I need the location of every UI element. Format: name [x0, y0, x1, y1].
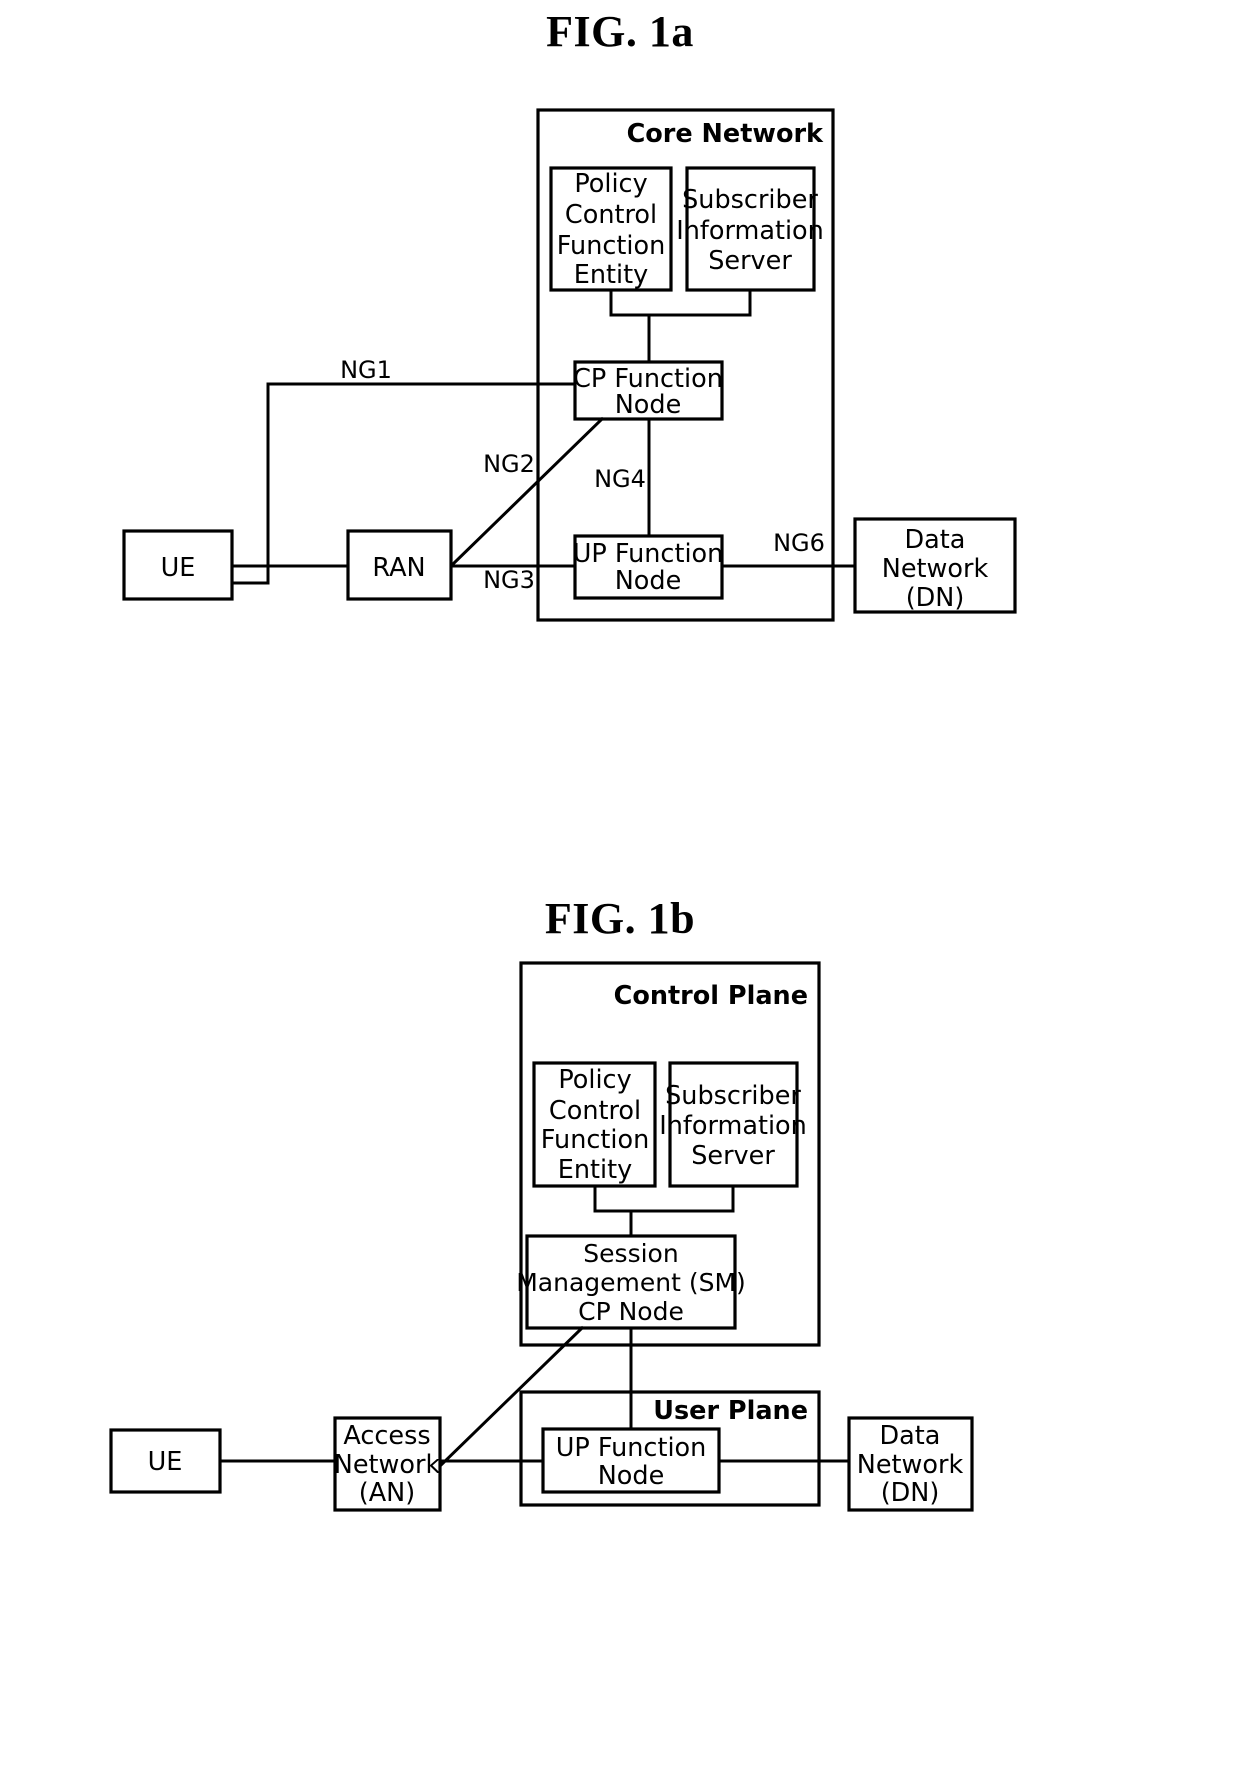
figures-svg: Core Network Policy Control Function Ent…	[109, 108, 1017, 1512]
policy-line-2: Control	[565, 200, 657, 230]
dn-line-3-fig1b: (DN)	[881, 1478, 940, 1508]
policy-line-1-fig1b: Policy	[558, 1065, 631, 1095]
an-line-1: Access	[343, 1421, 430, 1451]
policy-line-3: Function	[557, 231, 665, 261]
an-line-2: Network	[334, 1450, 441, 1480]
edge-policy-subscriber-bus-fig1b	[593, 1184, 735, 1213]
edge-label-ng6: NG6	[773, 529, 825, 557]
edge-label-ng3: NG3	[483, 566, 535, 594]
dn-line-3-fig1a: (DN)	[906, 583, 965, 613]
edge-policy-subscriber-bus	[609, 288, 752, 317]
dn-line-2-fig1a: Network	[882, 554, 989, 584]
subscriber-line-3: Server	[708, 246, 792, 276]
subscriber-line-1: Subscriber	[682, 185, 818, 215]
patent-figure-page: FIG. 1a FIG. 1b Core Network Policy Cont…	[0, 0, 1240, 1777]
up-node-line-1-fig1a: UP Function	[573, 539, 724, 569]
edge-label-ng1: NG1	[340, 356, 392, 384]
cp-node-line-2: Node	[615, 390, 682, 420]
sm-node-line-2: Management (SM)	[516, 1268, 746, 1297]
subscriber-line-3-fig1b: Server	[691, 1141, 775, 1171]
ue-label-fig1b: UE	[148, 1447, 183, 1477]
policy-line-3-fig1b: Function	[541, 1125, 649, 1155]
policy-line-1: Policy	[574, 169, 647, 199]
user-plane-label: User Plane	[653, 1396, 808, 1426]
figure-1b-group: Control Plane User Plane Policy Control …	[109, 961, 974, 1512]
subscriber-line-2-fig1b: Information	[659, 1111, 807, 1141]
policy-line-2-fig1b: Control	[549, 1096, 641, 1126]
figure-1a-group: Core Network Policy Control Function Ent…	[122, 108, 1017, 622]
subscriber-line-2: Information	[676, 216, 824, 246]
dn-line-1-fig1b: Data	[880, 1421, 941, 1451]
dn-line-2-fig1b: Network	[857, 1450, 964, 1480]
edge-label-ng4: NG4	[594, 465, 646, 493]
ue-label-fig1a: UE	[161, 553, 196, 583]
edge-label-ng2: NG2	[483, 450, 535, 478]
up-node-line-2-fig1a: Node	[615, 566, 682, 596]
sm-node-line-3: CP Node	[578, 1297, 684, 1326]
policy-line-4-fig1b: Entity	[558, 1155, 632, 1185]
up-node-line-1-fig1b: UP Function	[556, 1433, 707, 1463]
policy-line-4: Entity	[574, 260, 648, 290]
sm-node-line-1: Session	[583, 1239, 678, 1268]
control-plane-label: Control Plane	[614, 981, 808, 1011]
core-network-label: Core Network	[627, 119, 824, 149]
an-line-3: (AN)	[359, 1478, 415, 1508]
ran-label: RAN	[372, 553, 425, 583]
up-node-line-2-fig1b: Node	[598, 1461, 665, 1491]
dn-line-1-fig1a: Data	[905, 525, 966, 555]
subscriber-line-1-fig1b: Subscriber	[665, 1081, 801, 1111]
